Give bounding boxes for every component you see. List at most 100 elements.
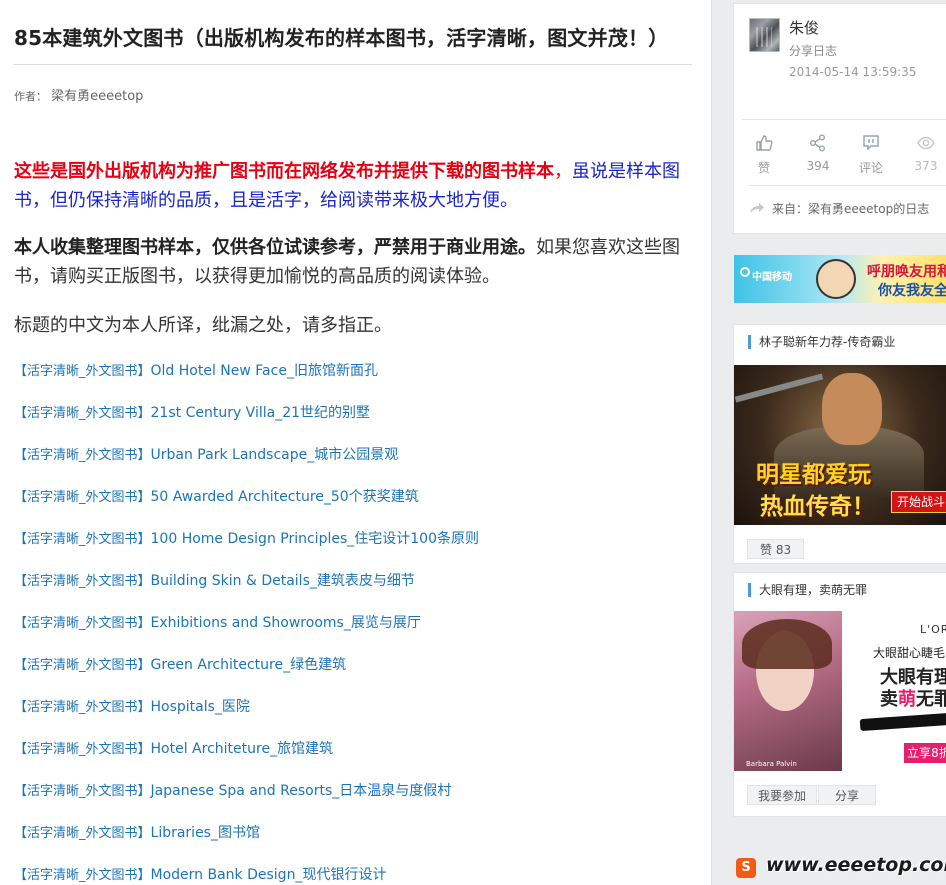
notice-bold-text: 本人收集整理图书样本，仅供各位试读参考，严禁用于商业用途。 bbox=[14, 237, 536, 258]
book-link-title: Hotel Architeture_旅馆建筑 bbox=[150, 741, 334, 757]
ad-headline-1: 明星都爱玩 bbox=[756, 462, 871, 488]
ad-headline-2: 卖萌无罪 bbox=[880, 685, 946, 711]
avatar[interactable] bbox=[749, 18, 780, 52]
book-link-title: Old Hotel New Face_旧旅馆新面孔 bbox=[150, 363, 378, 379]
book-link-title: Hospitals_医院 bbox=[150, 699, 250, 715]
mascara-product-shape bbox=[859, 712, 946, 732]
book-link-list: 【活字清晰_外文图书】Old Hotel New Face_旧旅馆新面孔 【活字清… bbox=[14, 350, 694, 885]
book-link[interactable]: 【活字清晰_外文图书】Exhibitions and Showrooms_展览与… bbox=[14, 602, 694, 644]
book-link[interactable]: 【活字清晰_外文图书】Old Hotel New Face_旧旅馆新面孔 bbox=[14, 350, 694, 392]
book-link-title: 100 Home Design Principles_住宅设计100条原则 bbox=[150, 531, 479, 547]
share-type: 分享日志 bbox=[789, 44, 838, 58]
book-link-title: Building Skin & Details_建筑表皮与细节 bbox=[150, 573, 415, 589]
book-link-tag: 【活字清晰_外文图书】 bbox=[14, 742, 151, 757]
source-line[interactable]: 来自：梁有勇eeeetop的日志 bbox=[749, 200, 929, 217]
book-link[interactable]: 【活字清晰_外文图书】Urban Park Landscape_城市公园景观 bbox=[14, 434, 694, 476]
ad-headline-2-accent: 萌 bbox=[898, 689, 916, 710]
share-button[interactable]: 394 bbox=[798, 132, 838, 173]
article-title: 85本建筑外文图书（出版机构发布的样本图书，活字清晰，图文并茂！） bbox=[14, 26, 669, 50]
notice-paragraph: 本人收集整理图书样本，仅供各位试读参考，严禁用于商业用途。如果您喜欢这些图书，请… bbox=[14, 233, 690, 291]
model-photo bbox=[734, 611, 842, 771]
book-link-title: 21st Century Villa_21世纪的别墅 bbox=[150, 405, 371, 421]
ad-title[interactable]: 大眼有理，卖萌无罪 bbox=[748, 583, 867, 597]
book-link-tag: 【活字清晰_外文图书】 bbox=[14, 406, 151, 421]
share-icon bbox=[798, 132, 838, 154]
ad-image-game[interactable]: 明星都爱玩 热血传奇！ 开始战斗 bbox=[734, 365, 946, 525]
views-count: 373 bbox=[914, 159, 938, 173]
author-line: 作者： 梁有勇eeeetop bbox=[14, 85, 143, 104]
intro-paragraph: 这些是国外出版机构为推广图书而在网络发布并提供下载的图书样本，虽说是样本图书，但… bbox=[14, 157, 690, 215]
sword-shape bbox=[734, 373, 824, 403]
book-link-tag: 【活字清晰_外文图书】 bbox=[14, 700, 151, 715]
book-link-tag: 【活字清晰_外文图书】 bbox=[14, 616, 151, 631]
book-link-tag: 【活字清晰_外文图书】 bbox=[14, 784, 151, 799]
banner-line-1: 呼朋唤友用和 bbox=[867, 264, 946, 280]
book-link-tag: 【活字清晰_外文图书】 bbox=[14, 448, 151, 463]
book-link-tag: 【活字清晰_外文图书】 bbox=[14, 868, 151, 883]
book-link[interactable]: 【活字清晰_外文图书】21st Century Villa_21世纪的别墅 bbox=[14, 392, 694, 434]
join-button[interactable]: 我要参加 bbox=[747, 785, 818, 805]
intro-comma: ， bbox=[554, 161, 572, 182]
title-divider bbox=[14, 64, 692, 65]
like-label: 赞 bbox=[757, 161, 770, 175]
profile-card: 朱俊 分享日志 2014-05-14 13:59:35 赞 394 评论 373… bbox=[733, 3, 946, 234]
thumbs-up-icon bbox=[744, 132, 784, 154]
ad-card-game: 林子聪新年力荐-传奇霸业 明星都爱玩 热血传奇！ 开始战斗 赞 83 bbox=[733, 324, 946, 564]
book-link[interactable]: 【活字清晰_外文图书】Hospitals_医院 bbox=[14, 686, 694, 728]
book-link-title: Exhibitions and Showrooms_展览与展厅 bbox=[150, 615, 421, 631]
author-label: 作者： bbox=[14, 90, 47, 103]
book-link-tag: 【活字清晰_外文图书】 bbox=[14, 826, 151, 841]
discount-button[interactable]: 立享8折 bbox=[904, 743, 946, 763]
ad-headline-2: 热血传奇！ bbox=[760, 494, 875, 520]
book-link[interactable]: 【活字清晰_外文图书】Hotel Architeture_旅馆建筑 bbox=[14, 728, 694, 770]
ad-card-loreal: 大眼有理，卖萌无罪 Barbara Palvin L'ORÉAL 大眼甜心睫毛 … bbox=[733, 572, 946, 817]
eye-icon bbox=[906, 132, 946, 154]
ad-title[interactable]: 林子聪新年力荐-传奇霸业 bbox=[748, 335, 895, 349]
book-link[interactable]: 【活字清晰_外文图书】Modern Bank Design_现代银行设计 bbox=[14, 854, 694, 885]
ad-headline-2-part: 卖 bbox=[880, 689, 898, 710]
book-link[interactable]: 【活字清晰_外文图书】Japanese Spa and Resorts_日本温泉… bbox=[14, 770, 694, 812]
comment-button[interactable]: 评论 bbox=[851, 132, 891, 176]
book-link-title: Urban Park Landscape_城市公园景观 bbox=[150, 447, 399, 463]
sogou-icon[interactable]: S bbox=[736, 858, 756, 878]
ad-headline-2-part: 无罪 bbox=[916, 689, 946, 710]
china-mobile-banner[interactable]: 中国移动 呼朋唤友用和 你友我友全 bbox=[734, 255, 946, 303]
watermark-text: www.eeeetop.com bbox=[766, 854, 946, 876]
share-time: 2014-05-14 13:59:35 bbox=[789, 65, 917, 79]
ad-share-button[interactable]: 分享 bbox=[818, 785, 877, 805]
book-link[interactable]: 【活字清晰_外文图书】Libraries_图书馆 bbox=[14, 812, 694, 854]
model-caption: Barbara Palvin bbox=[746, 760, 797, 768]
book-link-title: Libraries_图书馆 bbox=[150, 825, 260, 841]
intro-red-text: 这些是国外出版机构为推广图书而在网络发布并提供下载的图书样本 bbox=[14, 161, 554, 182]
start-battle-button[interactable]: 开始战斗 bbox=[891, 491, 946, 513]
book-link[interactable]: 【活字清晰_外文图书】100 Home Design Principles_住宅… bbox=[14, 518, 694, 560]
banner-line-2: 你友我友全 bbox=[878, 283, 946, 299]
article-panel: 85本建筑外文图书（出版机构发布的样本图书，活字清晰，图文并茂！） 作者： 梁有… bbox=[0, 0, 712, 885]
comment-label: 评论 bbox=[858, 161, 883, 175]
like-button[interactable]: 赞 bbox=[744, 132, 784, 176]
book-link[interactable]: 【活字清晰_外文图书】Green Architecture_绿色建筑 bbox=[14, 644, 694, 686]
brand-logo: L'ORÉAL bbox=[920, 623, 946, 636]
divider bbox=[742, 119, 946, 120]
cartoon-face-icon bbox=[816, 259, 856, 299]
translation-note: 标题的中文为本人所译，纰漏之处，请多指正。 bbox=[14, 315, 392, 336]
user-name[interactable]: 朱俊 bbox=[789, 17, 819, 38]
ad-image-loreal[interactable]: Barbara Palvin L'ORÉAL 大眼甜心睫毛 大眼有理 卖萌无罪 … bbox=[734, 611, 946, 771]
book-link[interactable]: 【活字清晰_外文图书】50 Awarded Architecture_50个获奖… bbox=[14, 476, 694, 518]
book-link-tag: 【活字清晰_外文图书】 bbox=[14, 574, 151, 589]
ad-like-button[interactable]: 赞 83 bbox=[747, 539, 805, 559]
share-count: 394 bbox=[806, 159, 830, 173]
book-link-title: Green Architecture_绿色建筑 bbox=[150, 657, 347, 673]
source-text: 来自：梁有勇eeeetop的日志 bbox=[772, 202, 930, 216]
book-link-tag: 【活字清晰_外文图书】 bbox=[14, 364, 151, 379]
forward-arrow-icon bbox=[749, 202, 765, 217]
book-link-title: Japanese Spa and Resorts_日本温泉与度假村 bbox=[150, 783, 452, 799]
divider bbox=[749, 185, 946, 186]
warrior-head-shape bbox=[822, 373, 882, 445]
author-name-link[interactable]: 梁有勇eeeetop bbox=[51, 89, 143, 104]
book-link-title: 50 Awarded Architecture_50个获奖建筑 bbox=[150, 489, 419, 505]
book-link-tag: 【活字清晰_外文图书】 bbox=[14, 490, 151, 505]
book-link[interactable]: 【活字清晰_外文图书】Building Skin & Details_建筑表皮与… bbox=[14, 560, 694, 602]
ad-product-line: 大眼甜心睫毛 bbox=[873, 646, 946, 660]
china-mobile-logo-icon bbox=[740, 267, 750, 277]
